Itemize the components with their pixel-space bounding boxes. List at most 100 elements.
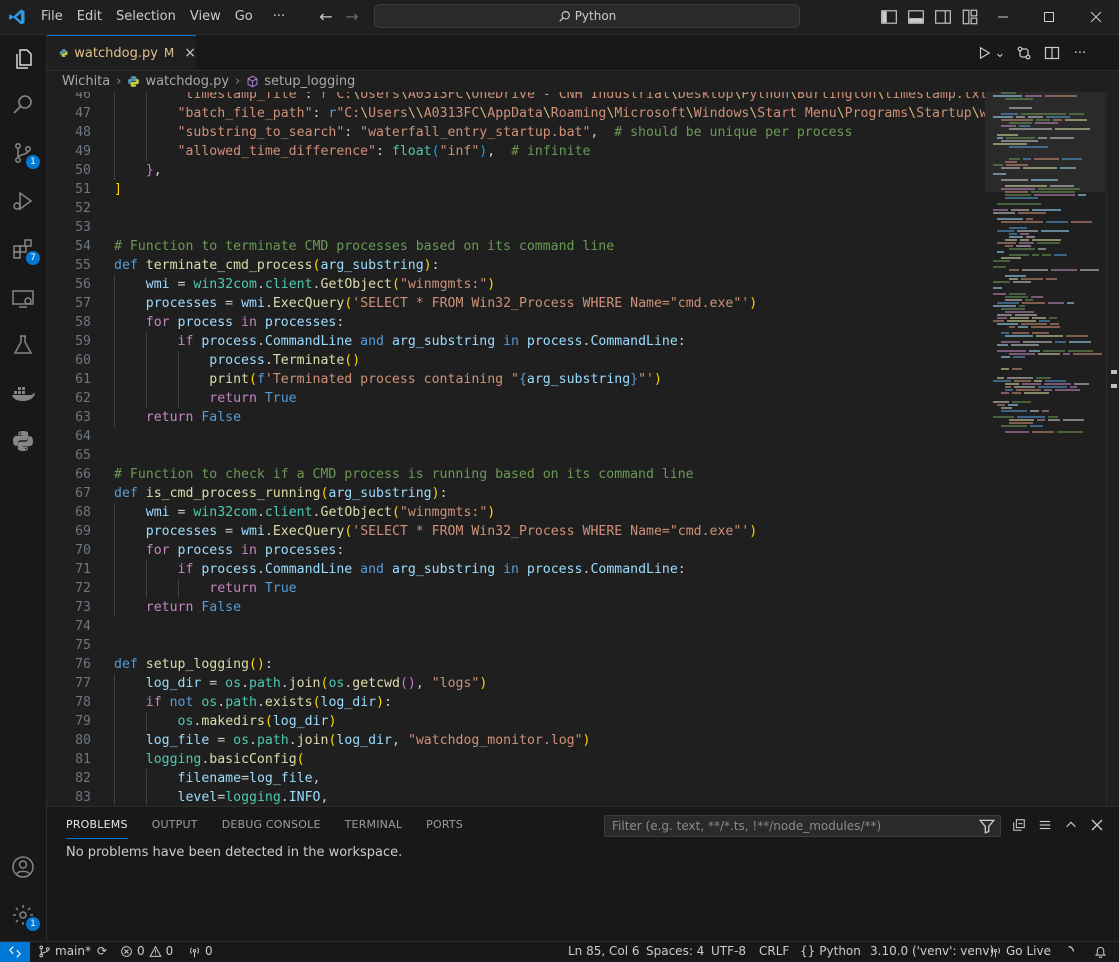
menu-view[interactable]: View — [183, 0, 228, 34]
explorer-icon[interactable] — [9, 45, 37, 73]
split-editor-icon[interactable] — [1043, 44, 1061, 62]
docker-icon[interactable] — [9, 379, 37, 407]
python-icon[interactable] — [9, 427, 37, 455]
run-dropdown-chevron-icon[interactable]: ⌄ — [995, 44, 1006, 62]
code-line[interactable]: 71 if process.CommandLine and arg_substr… — [47, 560, 985, 579]
tab-output[interactable]: OUTPUT — [140, 807, 210, 843]
toggle-sidebar-icon[interactable] — [880, 8, 898, 26]
breadcrumb-folder[interactable]: Wichita — [62, 74, 110, 89]
code-line[interactable]: 54 # Function to terminate CMD processes … — [47, 237, 985, 256]
more-actions-icon[interactable]: ··· — [1071, 44, 1089, 62]
cursor-position[interactable]: Ln 85, Col 6 — [568, 942, 640, 961]
problems-status[interactable]: 0 0 — [120, 942, 173, 961]
run-python-file-icon[interactable] — [975, 44, 993, 62]
menu-more[interactable]: ··· — [266, 0, 292, 34]
interpreter-status[interactable]: 3.10.0 ('venv': venv) — [870, 942, 994, 961]
back-arrow-icon[interactable]: ← — [316, 7, 336, 27]
editor-scrollbar[interactable] — [1106, 92, 1119, 805]
code-line[interactable]: 58 for process in processes: — [47, 313, 985, 332]
code-line[interactable]: 77 log_dir = os.path.join(os.getcwd(), "… — [47, 674, 985, 693]
forward-arrow-icon[interactable]: → — [342, 7, 362, 27]
indentation-status[interactable]: Spaces: 4 — [646, 942, 704, 961]
code-line[interactable]: 47 "batch_file_path": r"C:\Users\\A0313F… — [47, 104, 985, 123]
sync-icon[interactable]: ⟳ — [97, 942, 107, 961]
code-line[interactable]: 79 os.makedirs(log_dir) — [47, 712, 985, 731]
code-line[interactable]: 76 def setup_logging(): — [47, 655, 985, 674]
code-line[interactable]: 65 — [47, 446, 985, 465]
code-line[interactable]: 52 — [47, 199, 985, 218]
compare-changes-icon[interactable] — [1015, 44, 1033, 62]
code-line[interactable]: 53 — [47, 218, 985, 237]
code-line[interactable]: 51] — [47, 180, 985, 199]
breadcrumb-symbol[interactable]: setup_logging — [264, 74, 355, 89]
menu-selection[interactable]: Selection — [109, 0, 183, 34]
maximize-button[interactable] — [1026, 0, 1072, 34]
code-line[interactable]: 63 return False — [47, 408, 985, 427]
code-line[interactable]: 75 — [47, 636, 985, 655]
encoding-status[interactable]: UTF-8 — [711, 942, 746, 961]
code-line[interactable]: 61 print(f'Terminated process containing… — [47, 370, 985, 389]
source-control-icon[interactable]: 1 — [9, 139, 40, 169]
account-icon[interactable] — [9, 853, 37, 881]
minimize-button[interactable] — [980, 0, 1026, 34]
view-as-list-icon[interactable] — [1036, 816, 1054, 834]
code-line[interactable]: 55 def terminate_cmd_process(arg_substrin… — [47, 256, 985, 275]
code-line[interactable]: 81 logging.basicConfig( — [47, 750, 985, 769]
testing-icon[interactable] — [9, 331, 37, 359]
problems-filter-input[interactable]: Filter (e.g. text, **/*.ts, !**/node_mod… — [604, 815, 1001, 837]
code-line[interactable]: 49 "allowed_time_difference": float("inf… — [47, 142, 985, 161]
collapse-all-icon[interactable] — [1010, 816, 1028, 834]
remote-indicator-icon[interactable] — [0, 942, 30, 962]
code-line[interactable]: 68 wmi = win32com.client.GetObject("winm… — [47, 503, 985, 522]
command-center-search[interactable]: Python — [374, 4, 800, 28]
remote-explorer-icon[interactable] — [9, 285, 37, 313]
tab-terminal[interactable]: TERMINAL — [333, 807, 415, 843]
maximize-panel-chevron-icon[interactable] — [1062, 816, 1080, 834]
close-panel-icon[interactable] — [1088, 816, 1106, 834]
code-line[interactable]: 72 return True — [47, 579, 985, 598]
go-live-button[interactable]: Go Live — [989, 942, 1051, 961]
notifications-bell-icon[interactable] — [1094, 942, 1107, 961]
code-line[interactable]: 78 if not os.path.exists(log_dir): — [47, 693, 985, 712]
tab-problems[interactable]: PROBLEMS — [54, 807, 140, 843]
menu-edit[interactable]: Edit — [70, 0, 109, 34]
code-line[interactable]: 74 — [47, 617, 985, 636]
code-line[interactable]: 46 "timestamp_file": r"C:\Users\A0313FC\… — [47, 92, 985, 104]
code-line[interactable]: 69 processes = wmi.ExecQuery('SELECT * F… — [47, 522, 985, 541]
code-line[interactable]: 60 process.Terminate() — [47, 351, 985, 370]
code-line[interactable]: 70 for process in processes: — [47, 541, 985, 560]
code-line[interactable]: 82 filename=log_file, — [47, 769, 985, 788]
code-line[interactable]: 83 level=logging.INFO, — [47, 788, 985, 805]
eol-status[interactable]: CRLF — [759, 942, 789, 961]
ports-status[interactable]: 0 — [188, 942, 213, 961]
code-line[interactable]: 56 wmi = win32com.client.GetObject("winm… — [47, 275, 985, 294]
breadcrumb-file[interactable]: watchdog.py — [145, 74, 229, 89]
run-debug-icon[interactable] — [9, 187, 37, 215]
code-line[interactable]: 67 def is_cmd_process_running(arg_substri… — [47, 484, 985, 503]
language-mode[interactable]: {} Python — [800, 942, 861, 961]
toggle-panel-icon[interactable] — [907, 8, 925, 26]
code-line[interactable]: 59 if process.CommandLine and arg_substr… — [47, 332, 985, 351]
close-window-button[interactable] — [1073, 0, 1119, 34]
customize-layout-icon[interactable] — [961, 8, 979, 26]
branch-status[interactable]: main* ⟳ — [38, 942, 107, 961]
menu-file[interactable]: File — [34, 0, 70, 34]
code-line[interactable]: 62 return True — [47, 389, 985, 408]
code-line[interactable]: 50 }, — [47, 161, 985, 180]
code-line[interactable]: 64 — [47, 427, 985, 446]
menu-go[interactable]: Go — [228, 0, 260, 34]
code-line[interactable]: 80 log_file = os.path.join(log_dir, "wat… — [47, 731, 985, 750]
code-line[interactable]: 48 "substring_to_search": "waterfall_ent… — [47, 123, 985, 142]
minimap-slider[interactable] — [985, 92, 1105, 192]
tab-watchdog-py[interactable]: watchdog.py M × — [47, 35, 196, 70]
tab-debug-console[interactable]: DEBUG CONSOLE — [210, 807, 333, 843]
close-tab-icon[interactable]: × — [184, 45, 196, 61]
minimap[interactable] — [985, 92, 1105, 805]
code-line[interactable]: 66 # Function to check if a CMD process i… — [47, 465, 985, 484]
manage-gear-icon[interactable]: 1 — [9, 901, 40, 931]
code-line[interactable]: 73 return False — [47, 598, 985, 617]
code-editor[interactable]: 46 "timestamp_file": r"C:\Users\A0313FC\… — [47, 92, 985, 805]
tab-ports[interactable]: PORTS — [414, 807, 475, 843]
filter-funnel-icon[interactable] — [978, 817, 996, 835]
extensions-icon[interactable]: 7 — [9, 235, 40, 265]
